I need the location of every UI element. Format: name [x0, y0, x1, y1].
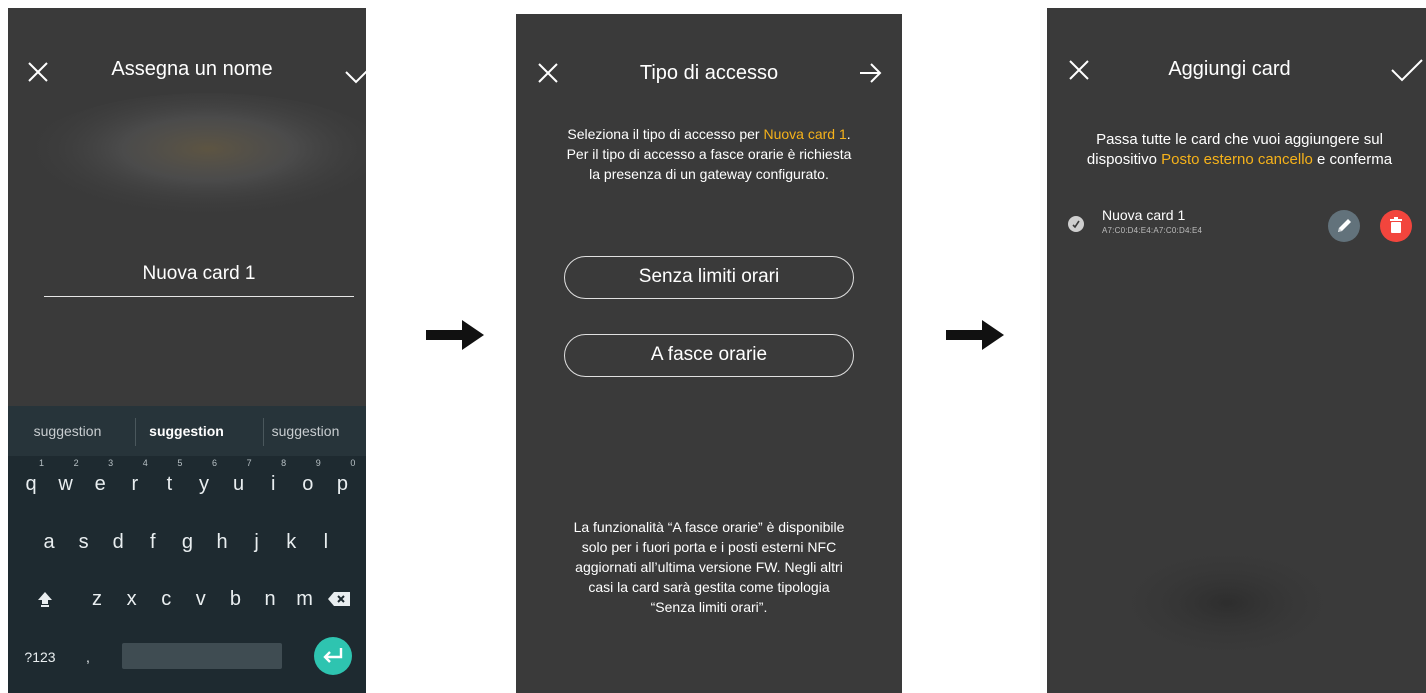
key-a[interactable]: a: [32, 521, 66, 563]
suggestion-item[interactable]: suggestion: [127, 406, 246, 456]
note-line: solo per i fuori porta e i posti esterni…: [581, 539, 837, 555]
note-line: “Senza limiti orari”.: [650, 599, 768, 615]
description-text: Seleziona il tipo di accesso per: [567, 126, 764, 142]
card-list-item[interactable]: Nuova card 1 A7:C0:D4:E4:A7:C0:D4:E4: [1047, 201, 1426, 249]
key-z[interactable]: z: [80, 578, 114, 620]
shift-key[interactable]: [28, 578, 62, 620]
note-line: aggiornati all’ultima versione FW. Negli…: [575, 559, 843, 575]
key-x[interactable]: x: [115, 578, 149, 620]
key-f[interactable]: f: [136, 521, 170, 563]
key-number-hint: 8: [281, 458, 287, 468]
arrow-right-icon[interactable]: [858, 61, 882, 85]
screen-assign-name: Assegna un nome Nuova card 1 suggestion …: [8, 8, 366, 693]
key-number-hint: 5: [177, 458, 183, 468]
key-j[interactable]: j: [240, 521, 274, 563]
key-o[interactable]: o9: [291, 458, 325, 505]
trash-icon: [1390, 217, 1402, 233]
suggestion-item[interactable]: suggestion: [246, 406, 365, 456]
description-line: la presenza di un gateway configurato.: [589, 166, 829, 182]
description-text: dispositivo: [1086, 151, 1162, 168]
key-number-hint: 0: [350, 458, 356, 468]
key-e[interactable]: e3: [83, 458, 117, 505]
key-s[interactable]: s: [67, 521, 101, 563]
key-g[interactable]: g: [170, 521, 204, 563]
header: Assegna un nome: [8, 8, 366, 138]
enter-key[interactable]: [314, 637, 352, 675]
key-h[interactable]: h: [205, 521, 239, 563]
page-title: Aggiungi card: [1168, 58, 1291, 80]
key-k[interactable]: k: [274, 521, 308, 563]
key-y[interactable]: y6: [187, 458, 221, 505]
description-line: dispositivo Posto esterno cancello e con…: [1049, 150, 1426, 170]
note-line: casi la card sarà gestita come tipologia: [588, 579, 830, 595]
backspace-key[interactable]: [322, 578, 356, 620]
key-t[interactable]: t5: [152, 458, 186, 505]
arrow-right-icon: [426, 320, 484, 350]
suggestion-item[interactable]: suggestion: [8, 406, 127, 456]
key-w[interactable]: w2: [49, 458, 83, 505]
key-n[interactable]: n: [253, 578, 287, 620]
key-i[interactable]: i8: [256, 458, 290, 505]
add-card-description: Passa tutte le card che vuoi aggiungere …: [1049, 130, 1426, 170]
key-number-hint: 1: [38, 458, 44, 468]
header: Aggiungi card: [1047, 8, 1426, 138]
page-title: Assegna un nome: [111, 58, 273, 80]
option-no-time-limits-button[interactable]: Senza limiti orari: [564, 256, 854, 299]
description-text: e conferma: [1312, 151, 1393, 168]
device-name-highlight: Posto esterno cancello: [1161, 151, 1313, 168]
key-u[interactable]: u7: [222, 458, 256, 505]
key-number-hint: 3: [108, 458, 114, 468]
description-line: Per il tipo di accesso a fasce orarie è …: [566, 146, 852, 162]
note-line: La funzionalità “A fasce orarie” è dispo…: [573, 519, 845, 535]
edit-card-button[interactable]: [1328, 210, 1360, 242]
enter-icon: [323, 648, 343, 663]
page-title: Tipo di accesso: [639, 62, 779, 84]
key-p[interactable]: p0: [325, 458, 359, 505]
access-type-description: Seleziona il tipo di accesso per Nuova c…: [526, 124, 892, 184]
keyboard-row: q1w2e3r4t5y6u7i8o9p0: [8, 458, 366, 505]
suggestion-bar: suggestion suggestion suggestion: [8, 406, 366, 456]
key-number-hint: 4: [142, 458, 148, 468]
check-icon[interactable]: [344, 60, 366, 84]
key-b[interactable]: b: [218, 578, 252, 620]
card-name-input[interactable]: Nuova card 1: [44, 263, 354, 297]
on-screen-keyboard: q1w2e3r4t5y6u7i8o9p0 asdfghjkl zxcvbnm ?…: [8, 456, 366, 693]
keyboard-row: ?123 , .: [8, 636, 366, 678]
screen-access-type: Tipo di accesso Seleziona il tipo di acc…: [516, 14, 902, 693]
delete-card-button[interactable]: [1380, 210, 1412, 242]
background-glow: [1107, 543, 1347, 663]
key-m[interactable]: m: [288, 578, 322, 620]
card-name-highlight: Nuova card 1: [763, 126, 847, 142]
key-l[interactable]: l: [309, 521, 343, 563]
check-icon[interactable]: [1390, 58, 1424, 82]
key-number-hint: 2: [73, 458, 79, 468]
key-q[interactable]: q1: [14, 458, 48, 505]
space-key[interactable]: [122, 643, 282, 669]
screen-add-card: Aggiungi card Passa tutte le card che vu…: [1047, 8, 1426, 693]
card-id: A7:C0:D4:E4:A7:C0:D4:E4: [1102, 226, 1203, 235]
description-line: Passa tutte le card che vuoi aggiungere …: [1096, 131, 1383, 148]
key-number-hint: 6: [211, 458, 217, 468]
keyboard-row: asdfghjkl: [8, 521, 366, 563]
card-name: Nuova card 1: [1102, 207, 1186, 223]
time-slots-note: La funzionalità “A fasce orarie” è dispo…: [530, 517, 888, 617]
comma-key[interactable]: ,: [78, 636, 98, 678]
key-number-hint: 9: [315, 458, 321, 468]
key-v[interactable]: v: [184, 578, 218, 620]
key-c[interactable]: c: [149, 578, 183, 620]
key-number-hint: 7: [246, 458, 252, 468]
pencil-icon: [1338, 219, 1351, 232]
description-text: .: [846, 126, 851, 142]
symbols-key[interactable]: ?123: [20, 636, 60, 678]
keyboard-row: zxcvbnm: [8, 578, 366, 620]
card-icon: [1068, 216, 1084, 232]
key-d[interactable]: d: [101, 521, 135, 563]
key-r[interactable]: r4: [118, 458, 152, 505]
arrow-right-icon: [946, 320, 1004, 350]
option-time-slots-button[interactable]: A fasce orarie: [564, 334, 854, 377]
description-line: Seleziona il tipo di accesso per Nuova c…: [526, 124, 892, 144]
